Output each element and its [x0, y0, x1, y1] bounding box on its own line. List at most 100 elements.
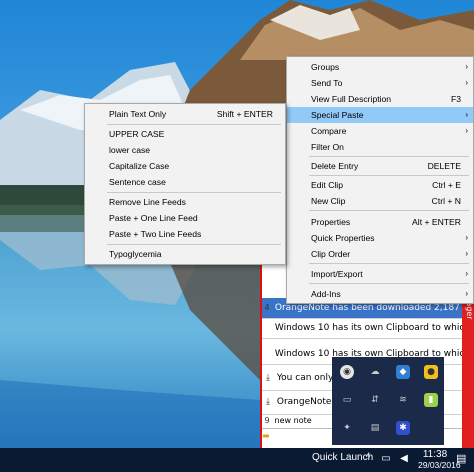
- menu-item-label: Edit Clip: [311, 180, 343, 190]
- menu-separator: [107, 192, 281, 193]
- bluetooth-icon[interactable]: ✱: [396, 421, 410, 435]
- menu-item-import-export[interactable]: Import/Export ›: [287, 266, 473, 282]
- menu-item-capitalize-case[interactable]: Capitalize Case: [85, 158, 285, 174]
- chevron-right-icon: ›: [465, 249, 468, 258]
- menu-separator: [309, 263, 469, 264]
- menu-item-add-ins[interactable]: Add-Ins ›: [287, 286, 473, 302]
- new-note-text: new note: [274, 416, 312, 425]
- device-icon[interactable]: ✦: [340, 421, 354, 435]
- menu-item-label: View Full Description: [311, 94, 392, 104]
- menu-item-label: Send To: [311, 78, 343, 88]
- menu-item-label: Groups: [311, 62, 340, 72]
- menu-separator: [107, 124, 281, 125]
- wifi-icon[interactable]: ≋: [396, 393, 410, 407]
- chevron-right-icon: ›: [465, 269, 468, 278]
- menu-item-new-clip[interactable]: New Clip Ctrl + N: [287, 193, 473, 209]
- menu-item-label: Plain Text Only: [109, 109, 167, 119]
- volume-icon[interactable]: ◀: [398, 453, 410, 465]
- menu-item-shortcut: F3: [450, 94, 461, 104]
- taskbar: Quick Launch ^ ▭ ◀ 11:38 29/03/2016 ▤: [0, 448, 474, 472]
- chevron-right-icon: ›: [465, 110, 468, 119]
- menu-item-label: Quick Properties: [311, 233, 375, 243]
- chevron-up-icon[interactable]: ^: [366, 452, 370, 462]
- download-icon: ⤓: [266, 373, 270, 383]
- menu-item-label: Remove Line Feeds: [109, 197, 186, 207]
- notes-icon[interactable]: ●: [424, 365, 438, 379]
- menu-item-clip-order[interactable]: Clip Order ›: [287, 246, 473, 262]
- system-tray-flyout: ◉ ☁ ◆ ● ▭ ⇵ ≋ ▮ ✦ ▤ ✱: [332, 357, 444, 445]
- menu-item-label: Special Paste: [311, 110, 364, 120]
- menu-item-shortcut: Ctrl + N: [431, 196, 461, 206]
- menu-item-paste-one-line-feed[interactable]: Paste + One Line Feed: [85, 210, 285, 226]
- menu-item-label: Capitalize Case: [109, 161, 170, 171]
- chevron-right-icon: ›: [465, 289, 468, 298]
- clock-time: 11:38: [422, 449, 448, 460]
- clip-text: OrangeNote has been downloaded 2,187 tim…: [274, 303, 462, 313]
- menu-item-send-to[interactable]: Send To ›: [287, 75, 473, 91]
- chevron-right-icon: ›: [465, 233, 468, 242]
- network-icon[interactable]: ⇵: [368, 393, 382, 407]
- menu-item-shortcut: Alt + ENTER: [412, 217, 461, 227]
- special-paste-submenu: Plain Text Only Shift + ENTER UPPER CASE…: [84, 103, 286, 265]
- menu-item-label: lower case: [109, 145, 151, 155]
- context-menu: Groups › Send To › View Full Description…: [286, 56, 474, 304]
- menu-item-label: Typoglycemia: [109, 249, 162, 259]
- clip-number: 9: [264, 416, 270, 425]
- action-center-icon[interactable]: ▤: [456, 452, 470, 466]
- menu-separator: [107, 244, 281, 245]
- quick-launch-label[interactable]: Quick Launch: [312, 452, 373, 463]
- menu-item-compare[interactable]: Compare ›: [287, 123, 473, 139]
- menu-item-delete-entry[interactable]: Delete Entry DELETE: [287, 158, 473, 174]
- clip-text: You can only: [276, 373, 334, 383]
- cloud-icon[interactable]: ☁: [368, 365, 382, 379]
- clock-date: 29/03/2016: [418, 460, 461, 470]
- download-icon: ⤓: [266, 397, 270, 407]
- menu-item-label: UPPER CASE: [109, 129, 165, 139]
- menu-item-shortcut: Shift + ENTER: [216, 109, 273, 119]
- menu-item-plain-text-only[interactable]: Plain Text Only Shift + ENTER: [85, 106, 285, 122]
- battery-icon[interactable]: ▮: [424, 393, 438, 407]
- menu-item-view-full-description[interactable]: View Full Description F3: [287, 91, 473, 107]
- chevron-right-icon: ›: [465, 62, 468, 71]
- menu-item-lower-case[interactable]: lower case: [85, 142, 285, 158]
- menu-item-label: New Clip: [311, 196, 346, 206]
- menu-separator: [309, 283, 469, 284]
- chrome-icon[interactable]: ◉: [340, 365, 354, 379]
- menu-item-remove-line-feeds[interactable]: Remove Line Feeds: [85, 194, 285, 210]
- menu-separator: [309, 156, 469, 157]
- menu-item-upper-case[interactable]: UPPER CASE: [85, 126, 285, 142]
- storage-icon[interactable]: ▤: [368, 421, 382, 435]
- app-icon[interactable]: ◆: [396, 365, 410, 379]
- menu-item-sentence-case[interactable]: Sentence case: [85, 174, 285, 190]
- display-icon[interactable]: ▭: [340, 393, 354, 407]
- menu-item-properties[interactable]: Properties Alt + ENTER: [287, 214, 473, 230]
- menu-separator: [309, 175, 469, 176]
- menu-item-groups[interactable]: Groups ›: [287, 59, 473, 75]
- network-icon[interactable]: ▭: [380, 453, 392, 465]
- menu-item-label: Paste + One Line Feed: [109, 213, 198, 223]
- menu-item-quick-properties[interactable]: Quick Properties ›: [287, 230, 473, 246]
- menu-separator: [309, 210, 469, 211]
- menu-item-shortcut: DELETE: [427, 161, 461, 171]
- folder-icon: ▬: [262, 431, 270, 440]
- menu-item-label: Paste + Two Line Feeds: [109, 229, 202, 239]
- clip-row[interactable]: Windows 10 has its own Clipboard to whic…: [262, 318, 462, 339]
- menu-item-label: Delete Entry: [311, 161, 359, 171]
- menu-item-label: Compare: [311, 126, 347, 136]
- clip-text: Windows 10 has its own Clipboard to whic…: [274, 323, 462, 333]
- clip-number: 4: [264, 303, 270, 312]
- menu-item-label: Add-Ins: [311, 289, 341, 299]
- chevron-right-icon: ›: [465, 78, 468, 87]
- taskbar-clock[interactable]: 11:38 29/03/2016: [418, 449, 461, 471]
- menu-item-special-paste[interactable]: Special Paste ›: [287, 107, 473, 123]
- menu-item-label: Import/Export: [311, 269, 363, 279]
- clip-text: OrangeNote: [276, 397, 332, 407]
- menu-item-paste-two-line-feeds[interactable]: Paste + Two Line Feeds: [85, 226, 285, 242]
- menu-item-filter-on[interactable]: Filter On: [287, 139, 473, 155]
- menu-item-edit-clip[interactable]: Edit Clip Ctrl + E: [287, 177, 473, 193]
- menu-item-label: Properties: [311, 217, 351, 227]
- menu-item-shortcut: Ctrl + E: [432, 180, 461, 190]
- chevron-right-icon: ›: [465, 126, 468, 135]
- menu-item-typoglycemia[interactable]: Typoglycemia: [85, 246, 285, 262]
- menu-item-label: Clip Order: [311, 249, 351, 259]
